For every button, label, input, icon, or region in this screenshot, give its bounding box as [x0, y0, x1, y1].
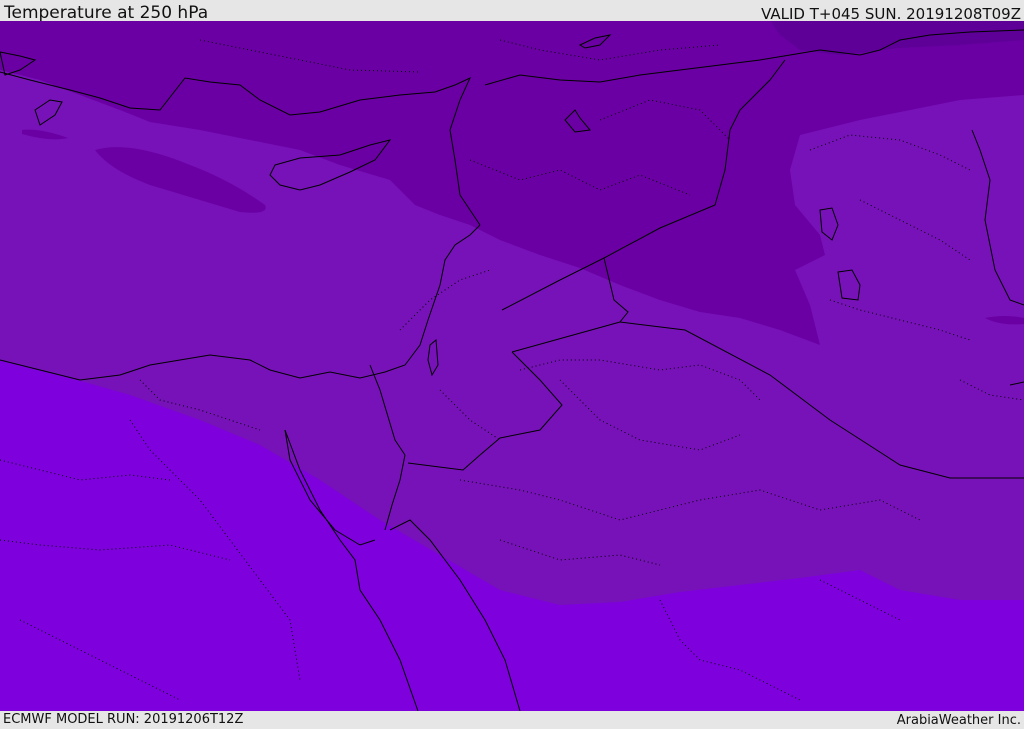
- header-bar: Temperature at 250 hPa VALID T+045 SUN. …: [0, 0, 1024, 23]
- model-run: ECMWF MODEL RUN: 20191206T12Z: [3, 712, 244, 727]
- weather-map: [0, 21, 1024, 711]
- map-svg: [0, 21, 1024, 711]
- credit: ArabiaWeather Inc.: [896, 713, 1021, 728]
- map-title: Temperature at 250 hPa: [4, 3, 209, 23]
- footer-bar: ECMWF MODEL RUN: 20191206T12Z ArabiaWeat…: [0, 711, 1024, 729]
